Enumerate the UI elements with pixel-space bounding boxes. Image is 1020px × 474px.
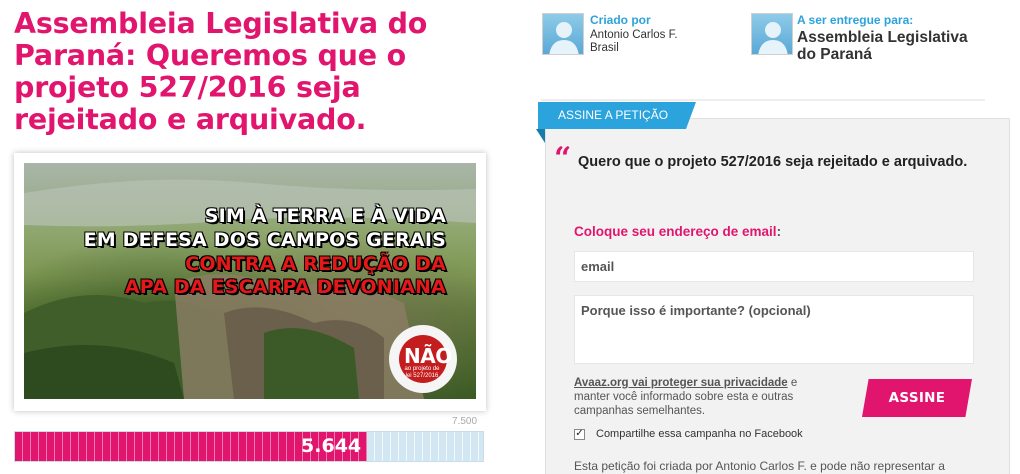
signature-goal: 7.500 [452, 416, 478, 427]
sign-button[interactable]: ASSINE [862, 379, 972, 417]
tab-fold-decoration [536, 129, 545, 143]
card-divider [541, 99, 985, 101]
creator-name: Antonio Carlos F. Brasil [590, 29, 678, 54]
reason-textarea[interactable] [574, 295, 974, 364]
tab-sign-petition: ASSINE A PETIÇÃO [538, 102, 697, 129]
signature-progress-fill: 5.644 [15, 432, 368, 461]
checkbox-checked-icon[interactable]: ✓ [574, 428, 585, 440]
recipient-name: Assembleia Legislativa do Paraná [797, 29, 968, 63]
seal-sub-text: ao projeto de lei 527/2016 [404, 366, 440, 379]
seal-main-text: NÃO [404, 344, 452, 368]
email-input[interactable] [574, 251, 974, 282]
petition-quote: Quero que o projeto 527/2016 seja rejeit… [578, 154, 968, 170]
person-silhouette-icon [549, 22, 579, 54]
email-label-colon: : [776, 224, 782, 239]
signature-count: 5.644 [301, 435, 362, 457]
creator-avatar [542, 13, 584, 55]
recipient-avatar [751, 13, 793, 55]
email-label: Coloque seu endereço de email: [574, 224, 781, 239]
privacy-link[interactable]: Avaaz.org vai proteger sua privacidade [574, 377, 788, 389]
facebook-share-label: Compartilhe essa campanha no Facebook [596, 428, 803, 440]
creator-label: Criado por [590, 13, 651, 27]
petition-image: SIM À TERRA E À VIDA EM DEFESA DOS CAMPO… [24, 163, 476, 399]
petition-title: Assembleia Legislativa do Paraná: Querem… [14, 7, 428, 136]
facebook-share-row[interactable]: ✓ Compartilhe essa campanha no Facebook [574, 428, 803, 440]
banner-line-4: APA DA ESCARPA DEVONIANA [124, 276, 446, 298]
petition-footnote: Esta petição foi criada por Antonio Carl… [574, 459, 945, 473]
campaign-seal: NÃO ao projeto de lei 527/2016 [380, 324, 466, 394]
recipient-label: A ser entregue para: [797, 13, 914, 27]
banner-line-1: SIM À TERRA E À VIDA [204, 205, 446, 227]
signature-progress-bar: 5.644 [14, 431, 484, 462]
person-silhouette-icon [758, 22, 788, 54]
open-quote-icon: “ [554, 141, 572, 176]
banner-line-3: CONTRA A REDUÇÃO DA [185, 253, 446, 275]
privacy-notice: Avaaz.org vai proteger sua privacidade e… [574, 376, 814, 418]
email-label-text: Coloque seu endereço de email [574, 224, 777, 239]
banner-line-2: EM DEFESA DOS CAMPOS GERAIS [83, 229, 446, 251]
petition-image-frame: SIM À TERRA E À VIDA EM DEFESA DOS CAMPO… [14, 153, 486, 411]
